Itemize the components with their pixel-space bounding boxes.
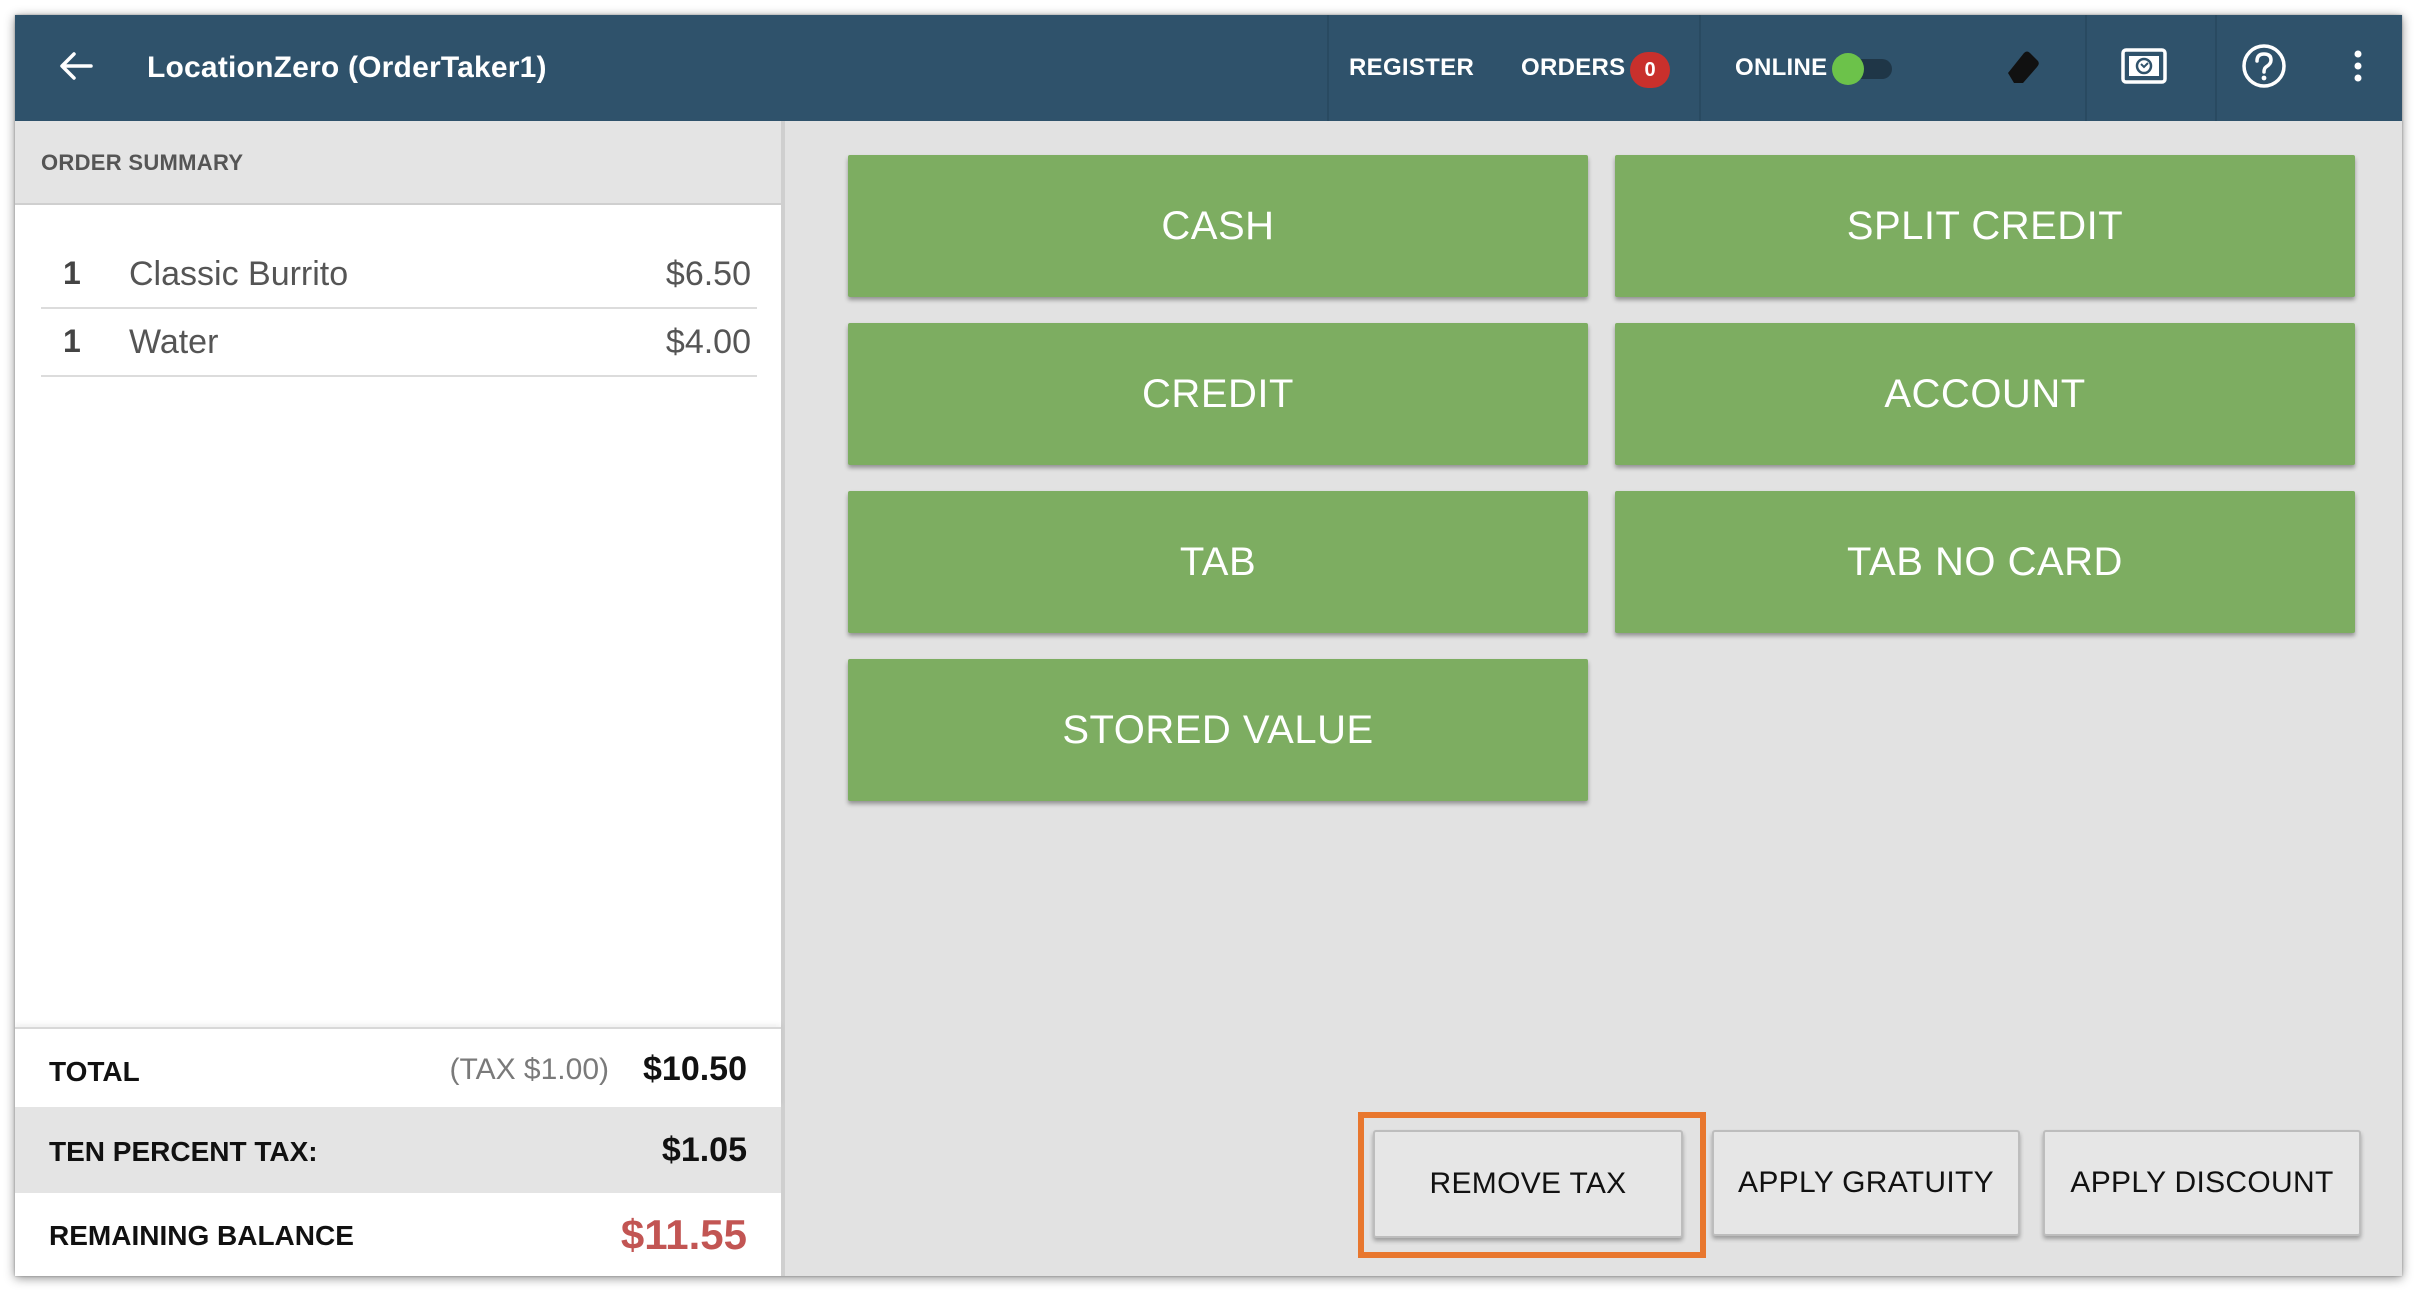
more-vert-icon bbox=[2353, 49, 2363, 88]
balance-value: $11.55 bbox=[620, 1211, 747, 1258]
divider bbox=[2215, 15, 2217, 121]
total-label: TOTAL bbox=[49, 1056, 140, 1087]
order-summary-header: ORDER SUMMARY bbox=[15, 121, 781, 205]
orders-count-badge: 0 bbox=[1630, 52, 1670, 88]
eraser-button[interactable] bbox=[1998, 43, 2048, 93]
divider bbox=[1699, 15, 1701, 121]
item-quantity: 1 bbox=[63, 323, 81, 359]
eraser-icon bbox=[2002, 45, 2044, 92]
cash-drawer-button[interactable] bbox=[2119, 43, 2169, 93]
pos-window: LocationZero (OrderTaker1) REGISTER ORDE… bbox=[15, 15, 2402, 1276]
total-row: TOTAL (TAX $1.00) $10.50 bbox=[15, 1027, 781, 1107]
total-value: $10.50 bbox=[643, 1050, 747, 1088]
tax-label: TEN PERCENT TAX: bbox=[49, 1136, 318, 1167]
item-price: $4.00 bbox=[665, 323, 751, 361]
tax-value: $1.05 bbox=[661, 1131, 747, 1169]
cash-button[interactable]: CASH bbox=[848, 155, 1588, 297]
online-label: ONLINE bbox=[1735, 54, 1828, 81]
apply-discount-button[interactable]: APPLY DISCOUNT bbox=[2043, 1130, 2361, 1236]
back-button[interactable] bbox=[53, 45, 99, 91]
item-price: $6.50 bbox=[665, 255, 751, 293]
stored-value-button[interactable]: STORED VALUE bbox=[848, 659, 1588, 801]
apply-gratuity-button[interactable]: APPLY GRATUITY bbox=[1712, 1130, 2020, 1236]
tax-row: TEN PERCENT TAX: $1.05 bbox=[15, 1107, 781, 1193]
tab-no-card-button[interactable]: TAB NO CARD bbox=[1615, 491, 2355, 633]
account-button[interactable]: ACCOUNT bbox=[1615, 323, 2355, 465]
app-title: LocationZero (OrderTaker1) bbox=[147, 51, 547, 84]
total-tax-note: (TAX $1.00) bbox=[449, 1053, 609, 1086]
toggle-knob bbox=[1832, 53, 1864, 85]
order-line-item[interactable]: 1 Water $4.00 bbox=[41, 309, 757, 377]
arrow-left-icon bbox=[59, 51, 93, 86]
help-button[interactable] bbox=[2239, 43, 2289, 93]
register-link[interactable]: REGISTER bbox=[1349, 15, 1474, 121]
credit-button[interactable]: CREDIT bbox=[848, 323, 1588, 465]
item-name: Water bbox=[129, 323, 219, 361]
cash-drawer-icon bbox=[2120, 46, 2168, 91]
order-summary-panel: ORDER SUMMARY 1 Classic Burrito $6.50 1 … bbox=[15, 121, 785, 1276]
split-credit-button[interactable]: SPLIT CREDIT bbox=[1615, 155, 2355, 297]
balance-row: REMAINING BALANCE $11.55 bbox=[15, 1193, 781, 1276]
item-name: Classic Burrito bbox=[129, 255, 349, 293]
order-totals: TOTAL (TAX $1.00) $10.50 TEN PERCENT TAX… bbox=[15, 1027, 781, 1276]
balance-label: REMAINING BALANCE bbox=[49, 1220, 354, 1251]
online-toggle[interactable] bbox=[1832, 52, 1894, 86]
remove-tax-button[interactable]: REMOVE TAX bbox=[1373, 1130, 1683, 1238]
item-quantity: 1 bbox=[63, 255, 81, 291]
orders-link[interactable]: ORDERS bbox=[1521, 15, 1625, 121]
divider bbox=[1327, 15, 1329, 121]
order-line-item[interactable]: 1 Classic Burrito $6.50 bbox=[41, 241, 757, 309]
more-menu-button[interactable] bbox=[2343, 43, 2373, 93]
help-icon bbox=[2240, 42, 2288, 95]
tab-button[interactable]: TAB bbox=[848, 491, 1588, 633]
divider bbox=[2085, 15, 2087, 121]
app-bar: LocationZero (OrderTaker1) REGISTER ORDE… bbox=[15, 15, 2402, 121]
